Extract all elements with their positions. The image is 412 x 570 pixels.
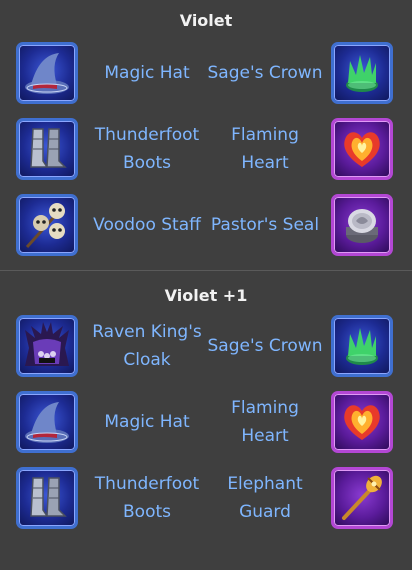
item-label[interactable]: Voodoo Staff	[88, 194, 206, 256]
item-label[interactable]: Pastor's Seal	[206, 194, 324, 256]
sages-crown-icon[interactable]	[331, 315, 393, 377]
item-label[interactable]: Thunderfoot Boots	[88, 467, 206, 529]
section-title: Violet +1	[164, 286, 248, 305]
item-label[interactable]: Thunderfoot Boots	[88, 118, 206, 180]
item-row: Voodoo Staff Pastor's Seal	[0, 194, 412, 256]
section-title: Violet	[179, 11, 233, 30]
magic-hat-icon[interactable]	[16, 42, 78, 104]
item-label[interactable]: Raven King's Cloak	[88, 315, 206, 377]
item-label[interactable]: Elephant Guard	[206, 467, 324, 529]
section-violet: Violet Magic Hat Sage's Crown Thunderfoo…	[0, 0, 412, 256]
item-label[interactable]: Magic Hat	[88, 391, 206, 453]
sages-crown-icon[interactable]	[331, 42, 393, 104]
item-label[interactable]: Sage's Crown	[206, 42, 324, 104]
section-violet-plus-1: Violet +1 Raven King's Cloak Sage's Crow…	[0, 271, 412, 529]
raven-kings-cloak-icon[interactable]	[16, 315, 78, 377]
voodoo-staff-icon[interactable]	[16, 194, 78, 256]
item-label[interactable]: Flaming Heart	[206, 391, 324, 453]
thunderfoot-boots-icon[interactable]	[16, 118, 78, 180]
item-row: Magic Hat Flaming Heart	[0, 391, 412, 453]
item-label[interactable]: Magic Hat	[88, 42, 206, 104]
magic-hat-icon[interactable]	[16, 391, 78, 453]
elephant-guard-icon[interactable]	[331, 467, 393, 529]
item-label[interactable]: Sage's Crown	[206, 315, 324, 377]
pastors-seal-icon[interactable]	[331, 194, 393, 256]
item-row: Thunderfoot Boots Elephant Guard	[0, 467, 412, 529]
flaming-heart-icon[interactable]	[331, 118, 393, 180]
item-row: Magic Hat Sage's Crown	[0, 42, 412, 104]
item-label[interactable]: Flaming Heart	[206, 118, 324, 180]
item-row: Raven King's Cloak Sage's Crown	[0, 315, 412, 377]
item-row: Thunderfoot Boots Flaming Heart	[0, 118, 412, 180]
thunderfoot-boots-icon[interactable]	[16, 467, 78, 529]
flaming-heart-icon[interactable]	[331, 391, 393, 453]
